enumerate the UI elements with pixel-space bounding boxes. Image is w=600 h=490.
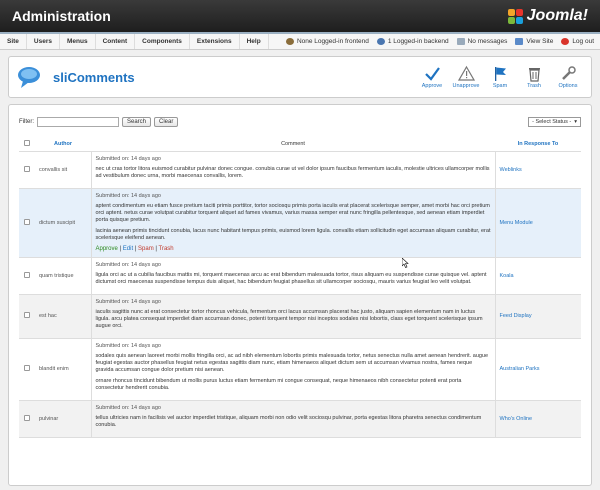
comment-body: Submitted on: 14 days ago aptent condimen… bbox=[90, 188, 496, 258]
spam-button[interactable]: Spam bbox=[485, 65, 515, 89]
clear-button[interactable]: Clear bbox=[154, 117, 179, 127]
messages-link[interactable]: No messages bbox=[456, 38, 507, 45]
trash-link[interactable]: Trash bbox=[159, 246, 174, 252]
backend-status: 1 Logged-in backend bbox=[376, 38, 449, 45]
options-button[interactable]: Options bbox=[553, 65, 583, 89]
menu-menus[interactable]: Menus bbox=[60, 34, 96, 49]
spam-link[interactable]: Spam bbox=[138, 246, 154, 252]
column-response[interactable]: In Response To bbox=[495, 137, 581, 152]
admin-title: Administration bbox=[12, 8, 111, 24]
mouse-cursor-icon bbox=[402, 258, 409, 268]
trash-button[interactable]: Trash bbox=[519, 65, 549, 89]
comment-text: ligula orci ac ut a cubilia faucibus mat… bbox=[95, 271, 487, 285]
filter-bar: Filter: Search Clear - Select Status - ▾ bbox=[19, 117, 581, 127]
menu-help[interactable]: Help bbox=[240, 34, 269, 49]
comment-author: pulvinar bbox=[35, 400, 91, 438]
mail-icon bbox=[456, 38, 465, 45]
comment-author: convallis sit bbox=[35, 151, 91, 189]
comment-row: est hac Submitted on: 14 days ago iaculis … bbox=[19, 294, 581, 339]
comment-text: nec ut cras tortor litora euismod curabi… bbox=[95, 165, 490, 179]
comment-row: pulvinar Submitted on: 14 days ago tellus … bbox=[19, 400, 581, 438]
comment-row: dictum suscipit Submitted on: 14 days ago… bbox=[19, 188, 581, 258]
user-icon bbox=[376, 38, 385, 45]
comment-text: aptent condimentum eu etiam fusce pretiu… bbox=[95, 202, 490, 223]
menu-content[interactable]: Content bbox=[96, 34, 136, 49]
comment-row: blandit enim Submitted on: 14 days ago sod… bbox=[19, 338, 581, 401]
status-select[interactable]: - Select Status - ▾ bbox=[528, 117, 581, 127]
comments-panel: Filter: Search Clear - Select Status - ▾… bbox=[8, 104, 592, 486]
warning-icon bbox=[457, 65, 475, 81]
comment-body: Submitted on: 14 days ago nec ut cras tor… bbox=[90, 151, 496, 189]
approve-link[interactable]: Approve bbox=[96, 246, 118, 252]
row-checkbox[interactable] bbox=[19, 188, 35, 258]
column-author[interactable]: Author bbox=[35, 137, 91, 152]
response-link[interactable]: Weblinks bbox=[495, 151, 581, 189]
comment-submitted: Submitted on: 14 days ago bbox=[95, 404, 161, 411]
comment-author: blandit enim bbox=[35, 338, 91, 401]
column-comment: Comment bbox=[91, 137, 495, 152]
page-title: sliComments bbox=[53, 69, 135, 85]
comment-submitted: Submitted on: 14 days ago bbox=[95, 155, 161, 162]
search-button[interactable]: Search bbox=[122, 117, 152, 127]
comment-submitted: Submitted on: 14 days ago bbox=[95, 298, 161, 305]
response-link[interactable]: Who's Online bbox=[495, 400, 581, 438]
comment-row: quam tristique Submitted on: 14 days ago l… bbox=[19, 257, 581, 295]
chevron-down-icon: ▾ bbox=[574, 119, 577, 125]
joomla-logo-text: Joomla! bbox=[526, 7, 588, 24]
joomla-logo-icon bbox=[507, 8, 523, 24]
comment-actions: Approve | Edit | Spam | Trash bbox=[95, 245, 174, 252]
row-checkbox[interactable] bbox=[19, 257, 35, 295]
response-link[interactable]: Koala bbox=[495, 257, 581, 295]
check-icon bbox=[424, 67, 440, 81]
comment-submitted: Submitted on: 14 days ago bbox=[95, 342, 161, 349]
comments-bubble-icon bbox=[17, 65, 43, 89]
main-menu-bar: Site Users Menus Content Components Exte… bbox=[0, 32, 600, 50]
view-site-link[interactable]: View Site bbox=[515, 38, 553, 45]
select-all-checkbox[interactable] bbox=[19, 137, 35, 152]
flag-icon bbox=[494, 67, 506, 81]
wrench-icon bbox=[561, 66, 576, 80]
comment-row: convallis sit Submitted on: 14 days ago ne… bbox=[19, 151, 581, 189]
response-link[interactable]: Menu Module bbox=[495, 188, 581, 258]
comment-author: est hac bbox=[35, 294, 91, 339]
response-link[interactable]: Feed Display bbox=[495, 294, 581, 339]
unapprove-button[interactable]: Unapprove bbox=[451, 65, 481, 89]
admin-header: Administration Joomla! bbox=[0, 0, 600, 32]
comment-submitted: Submitted on: 14 days ago bbox=[95, 192, 161, 199]
logout-icon bbox=[561, 38, 570, 45]
comment-text: sodales quis aenean laoreet morbi mollis… bbox=[95, 352, 489, 373]
comment-body: Submitted on: 14 days ago sodales quis ae… bbox=[90, 338, 496, 401]
row-checkbox[interactable] bbox=[19, 400, 35, 438]
monitor-icon bbox=[515, 38, 524, 45]
approve-button[interactable]: Approve bbox=[417, 65, 447, 89]
menu-extensions[interactable]: Extensions bbox=[190, 34, 240, 49]
menu-components[interactable]: Components bbox=[135, 34, 190, 49]
comment-text: iaculis sagittis nunc at erat consectetu… bbox=[95, 308, 483, 329]
comment-text: tellus ultricies nam in facilisis vel au… bbox=[95, 414, 482, 428]
comment-submitted: Submitted on: 14 days ago bbox=[95, 261, 161, 268]
comment-text: ornare rhoncus tincidunt bibendum ut mol… bbox=[95, 377, 462, 391]
comment-text: lacinia aenean primis tincidunt conubia,… bbox=[95, 227, 491, 241]
edit-link[interactable]: Edit bbox=[123, 246, 133, 252]
comment-body: Submitted on: 14 days ago ligula orci ac … bbox=[90, 257, 496, 295]
menu-users[interactable]: Users bbox=[27, 34, 60, 49]
comment-author: quam tristique bbox=[35, 257, 91, 295]
row-checkbox[interactable] bbox=[19, 151, 35, 189]
row-checkbox[interactable] bbox=[19, 338, 35, 401]
comment-author: dictum suscipit bbox=[35, 188, 91, 258]
comment-body: Submitted on: 14 days ago iaculis sagitti… bbox=[90, 294, 496, 339]
joomla-logo: Joomla! bbox=[507, 7, 588, 25]
response-link[interactable]: Australian Parks bbox=[495, 338, 581, 401]
frontend-status: None Logged-in frontend bbox=[285, 38, 369, 45]
filter-search-input[interactable] bbox=[37, 117, 119, 127]
users-icon bbox=[285, 38, 294, 45]
filter-label: Filter: bbox=[19, 119, 34, 125]
trash-icon bbox=[528, 68, 540, 82]
row-checkbox[interactable] bbox=[19, 294, 35, 339]
logout-link[interactable]: Log out bbox=[561, 38, 594, 45]
comments-table: Author Comment In Response To convallis … bbox=[19, 137, 581, 438]
menu-site[interactable]: Site bbox=[0, 34, 27, 49]
comment-body: Submitted on: 14 days ago tellus ultricie… bbox=[90, 400, 496, 438]
component-toolbar: sliComments Approve Unapprove Spam Trash… bbox=[8, 56, 592, 98]
